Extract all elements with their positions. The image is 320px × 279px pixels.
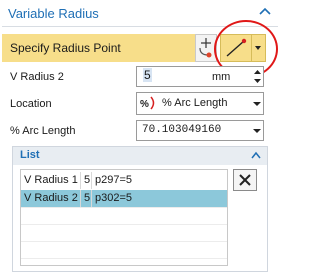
list-item-value: 5 [84, 174, 91, 186]
list-grid-line [21, 258, 227, 259]
location-label: Location [10, 98, 52, 110]
list-item-value: 5 [84, 192, 91, 204]
v-radius-2-label: V Radius 2 [10, 71, 64, 83]
list-item-name: V Radius 1 [24, 174, 78, 186]
list-title: List [20, 149, 40, 161]
list-item-expr: p302=5 [95, 192, 133, 204]
arc-length-value: 70.103049160 [142, 124, 222, 136]
specify-radius-point-label: Specify Radius Point [10, 41, 121, 55]
arc-length-label: % Arc Length [10, 125, 76, 137]
v-radius-2-unit: mm [212, 71, 231, 83]
list-grid-line [21, 241, 227, 242]
list-grid-line [21, 207, 227, 208]
list-grid-line [21, 224, 227, 225]
delete-x-icon [239, 174, 251, 186]
add-point-icon [199, 38, 212, 58]
delete-button[interactable] [233, 169, 257, 191]
v-radius-2-input[interactable] [136, 66, 264, 87]
list-item-selected[interactable]: V Radius 2 5 p302=5 [21, 190, 227, 207]
chevron-up-icon[interactable] [251, 150, 261, 159]
location-value: % Arc Length [162, 97, 228, 109]
spinner-icon[interactable] [252, 67, 263, 86]
percent-arc-icon: % [140, 95, 158, 111]
list-item-expr: p297=5 [95, 174, 133, 186]
v-radius-2-value: 5 [143, 68, 152, 82]
caret-down-icon[interactable] [252, 99, 262, 111]
svg-text:%: % [140, 99, 149, 110]
panel-title: Variable Radius [8, 6, 99, 21]
caret-down-icon[interactable] [252, 126, 262, 138]
list-item[interactable]: V Radius 1 5 p297=5 [21, 172, 227, 189]
chevron-up-icon[interactable] [258, 5, 272, 17]
list-item-name: V Radius 2 [24, 192, 78, 204]
list-header [13, 147, 267, 165]
